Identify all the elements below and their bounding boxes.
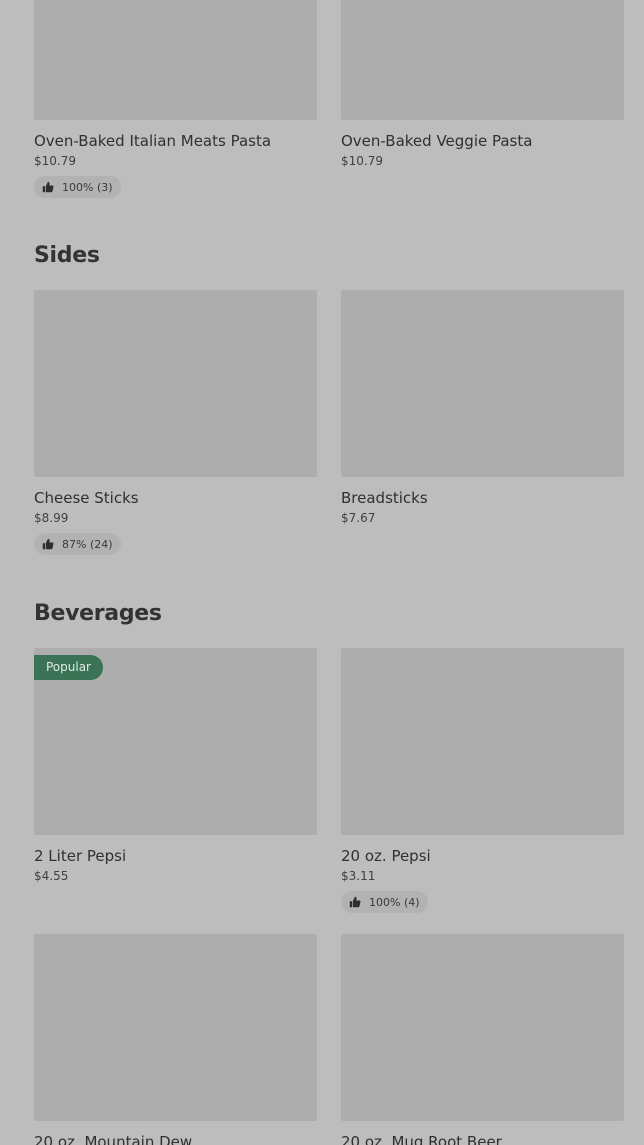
item-name: Cheese Sticks	[34, 489, 139, 507]
item-name: 20 oz. Pepsi	[341, 847, 431, 865]
item-image[interactable]	[341, 648, 624, 835]
item-name: 2 Liter Pepsi	[34, 847, 127, 865]
item-name: 20 oz. Mug Root Beer	[341, 1133, 502, 1145]
menu-page: Oven-Baked Italian Meats Pasta $10.79 10…	[0, 0, 644, 1145]
menu-item-card[interactable]: Oven-Baked Veggie Pasta $10.79	[341, 0, 624, 169]
menu-item-card[interactable]: Oven-Baked Italian Meats Pasta $10.79 10…	[34, 0, 317, 198]
rating-badge: 100% (3)	[34, 176, 121, 198]
item-image[interactable]: Popular	[34, 648, 317, 835]
menu-item-card[interactable]: 20 oz. Pepsi $3.11 100% (4)	[341, 648, 624, 913]
item-image[interactable]	[341, 934, 624, 1121]
item-name: Breadsticks	[341, 489, 428, 507]
item-image[interactable]	[34, 934, 317, 1121]
menu-item-card[interactable]: 20 oz. Mug Root Beer	[341, 934, 624, 1145]
item-image[interactable]	[34, 0, 317, 120]
menu-item-card[interactable]: Popular 2 Liter Pepsi $4.55	[34, 648, 317, 884]
item-price: $8.99	[34, 511, 69, 525]
item-name: Oven-Baked Veggie Pasta	[341, 132, 533, 150]
menu-item-card[interactable]: Cheese Sticks $8.99 87% (24)	[34, 290, 317, 555]
item-price: $4.55	[34, 869, 69, 883]
menu-item-card[interactable]: 20 oz. Mountain Dew	[34, 934, 317, 1145]
popular-badge: Popular	[34, 655, 103, 680]
rating-text: 87% (24)	[62, 537, 113, 551]
item-price: $10.79	[341, 154, 383, 168]
rating-badge: 87% (24)	[34, 533, 121, 555]
section-title-beverages: Beverages	[34, 601, 162, 626]
rating-text: 100% (4)	[369, 895, 420, 909]
rating-badge: 100% (4)	[341, 891, 428, 913]
item-price: $10.79	[34, 154, 76, 168]
item-image[interactable]	[34, 290, 317, 477]
item-price: $7.67	[341, 511, 376, 525]
thumbs-up-icon	[42, 538, 54, 550]
thumbs-up-icon	[42, 181, 54, 193]
item-name: 20 oz. Mountain Dew	[34, 1133, 193, 1145]
item-name: Oven-Baked Italian Meats Pasta	[34, 132, 272, 150]
item-price: $3.11	[341, 869, 376, 883]
thumbs-up-icon	[349, 896, 361, 908]
section-title-sides: Sides	[34, 243, 100, 268]
menu-item-card[interactable]: Breadsticks $7.67	[341, 290, 624, 526]
rating-text: 100% (3)	[62, 180, 113, 194]
item-image[interactable]	[341, 0, 624, 120]
item-image[interactable]	[341, 290, 624, 477]
